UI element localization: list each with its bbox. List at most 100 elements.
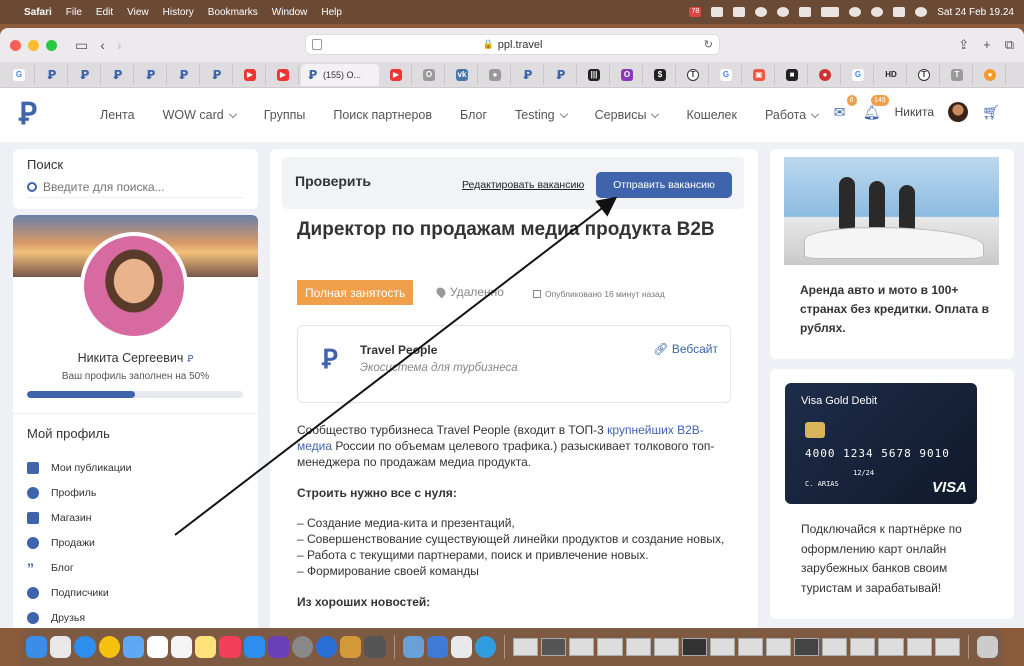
app-icon[interactable]: [450, 636, 473, 658]
settings-icon[interactable]: [291, 636, 314, 658]
pinned-tab[interactable]: Ꝑ: [202, 64, 233, 85]
menu-window[interactable]: Window: [272, 7, 308, 18]
play-icon[interactable]: [777, 7, 790, 17]
menu-history[interactable]: History: [163, 7, 194, 18]
app-menu[interactable]: Safari: [24, 7, 52, 18]
bluetooth-icon[interactable]: [755, 7, 768, 17]
back-icon[interactable]: ‹: [100, 37, 105, 53]
menu-help[interactable]: Help: [321, 7, 342, 18]
sidebar-toggle-icon[interactable]: ▭: [75, 37, 88, 54]
minimized-window[interactable]: [597, 638, 623, 656]
minimized-window[interactable]: [794, 638, 820, 656]
app-icon[interactable]: [340, 636, 362, 658]
user-name[interactable]: Никита: [895, 105, 934, 119]
menu-subscribers[interactable]: Подписчики: [27, 580, 131, 605]
minimized-window[interactable]: [850, 638, 876, 656]
menu-file[interactable]: File: [66, 7, 82, 18]
menu-friends[interactable]: Друзья: [27, 605, 131, 628]
minimized-window[interactable]: [569, 638, 595, 656]
finder-icon[interactable]: [26, 636, 48, 658]
company-logo[interactable]: Ꝑ: [312, 342, 348, 378]
pinned-tab[interactable]: Ꝑ: [136, 64, 167, 85]
nav-wow-card[interactable]: WOW card: [163, 108, 237, 122]
menu-blog[interactable]: ” Блог: [27, 555, 131, 580]
site-logo[interactable]: Ꝑ: [19, 100, 37, 130]
share-icon[interactable]: ⇪: [958, 37, 969, 53]
mail-icon[interactable]: [122, 636, 144, 658]
nav-blog[interactable]: Блог: [460, 108, 487, 122]
chrome-icon[interactable]: [98, 636, 120, 658]
app-icon[interactable]: [364, 636, 386, 658]
cart-icon[interactable]: 🛒︎: [982, 103, 1000, 121]
pinned-tab[interactable]: Ꝑ: [513, 64, 544, 85]
minimized-window[interactable]: [906, 638, 932, 656]
reminders-icon[interactable]: [171, 636, 193, 658]
forward-icon[interactable]: ›: [117, 37, 122, 53]
pinned-tab[interactable]: O: [612, 64, 643, 85]
pinned-tab[interactable]: vk: [447, 64, 478, 85]
nav-wallet[interactable]: Кошелек: [686, 108, 737, 122]
menu-edit[interactable]: Edit: [96, 7, 113, 18]
menu-bookmarks[interactable]: Bookmarks: [208, 7, 258, 18]
pinned-tab[interactable]: ■: [777, 64, 808, 85]
edit-job-link[interactable]: Редактировать вакансию: [462, 179, 584, 191]
trash-icon[interactable]: [976, 636, 998, 658]
pinned-tab[interactable]: T: [909, 64, 940, 85]
tab-overview-icon[interactable]: ⧉: [1005, 37, 1014, 53]
pinned-tab[interactable]: ▣: [744, 64, 775, 85]
nav-feed[interactable]: Лента: [100, 108, 135, 122]
pinned-tab[interactable]: Ꝑ: [37, 64, 68, 85]
nav-work[interactable]: Работа: [765, 108, 820, 122]
app-icon[interactable]: [402, 636, 424, 658]
minimized-window[interactable]: [878, 638, 904, 656]
safari-icon[interactable]: [74, 636, 96, 658]
minimized-window[interactable]: [709, 638, 735, 656]
minimized-window[interactable]: [766, 638, 792, 656]
wifi-icon[interactable]: [849, 7, 862, 17]
telegram-icon[interactable]: [475, 636, 497, 658]
menu-sales[interactable]: Продажи: [27, 530, 131, 555]
spotlight-icon[interactable]: [871, 7, 884, 17]
website-link[interactable]: 🔗︎ Вебсайт: [653, 342, 718, 356]
pinned-tab[interactable]: G: [843, 64, 874, 85]
avatar[interactable]: [948, 102, 968, 122]
menu-shop[interactable]: Магазин: [27, 505, 131, 530]
capture-icon[interactable]: [733, 7, 746, 17]
pinned-tab[interactable]: G: [711, 64, 742, 85]
zoom-window-button[interactable]: [46, 39, 57, 51]
keynote-icon[interactable]: [426, 636, 448, 658]
pinned-tab[interactable]: |||: [579, 64, 610, 85]
pinned-tab[interactable]: ●: [975, 64, 1006, 85]
profile-name[interactable]: Никита Сергеевич Ꝑ: [13, 351, 258, 365]
pinned-tab[interactable]: $: [645, 64, 676, 85]
notifications-button[interactable]: 🔔︎ 149: [863, 95, 889, 121]
car-rental-ad[interactable]: Аренда авто и мото в 100+ странах без кр…: [770, 149, 1014, 359]
active-tab[interactable]: Ꝑ (155) O...: [301, 63, 379, 86]
nav-services[interactable]: Сервисы: [595, 108, 660, 122]
pinned-tab[interactable]: G: [4, 64, 35, 85]
search-field[interactable]: [27, 180, 244, 198]
appstore-icon[interactable]: [243, 636, 265, 658]
notes-icon[interactable]: [195, 636, 217, 658]
pinned-tab[interactable]: ●: [810, 64, 841, 85]
battery-icon[interactable]: [821, 7, 840, 17]
reader-icon[interactable]: [312, 39, 322, 50]
calendar-icon[interactable]: [146, 636, 169, 658]
pinned-tab[interactable]: ▶: [268, 64, 299, 85]
siri-icon[interactable]: [915, 7, 928, 17]
new-tab-icon[interactable]: +: [983, 37, 991, 53]
pinned-tab[interactable]: T: [678, 64, 709, 85]
nav-partners[interactable]: Поиск партнеров: [333, 108, 432, 122]
minimized-window[interactable]: [653, 638, 679, 656]
feather-icon[interactable]: [711, 7, 724, 17]
pinned-tab[interactable]: Ꝑ: [70, 64, 101, 85]
music-icon[interactable]: [219, 636, 241, 658]
minimized-window[interactable]: [822, 638, 848, 656]
menu-view[interactable]: View: [127, 7, 149, 18]
pinned-tab[interactable]: ●: [480, 64, 511, 85]
pinned-tab[interactable]: Ꝑ: [546, 64, 577, 85]
menu-profile[interactable]: Профиль: [27, 480, 131, 505]
pinned-tab[interactable]: Ꝑ: [103, 64, 134, 85]
status-badge-icon[interactable]: 78: [689, 7, 702, 17]
keyboard-icon[interactable]: [799, 7, 812, 17]
